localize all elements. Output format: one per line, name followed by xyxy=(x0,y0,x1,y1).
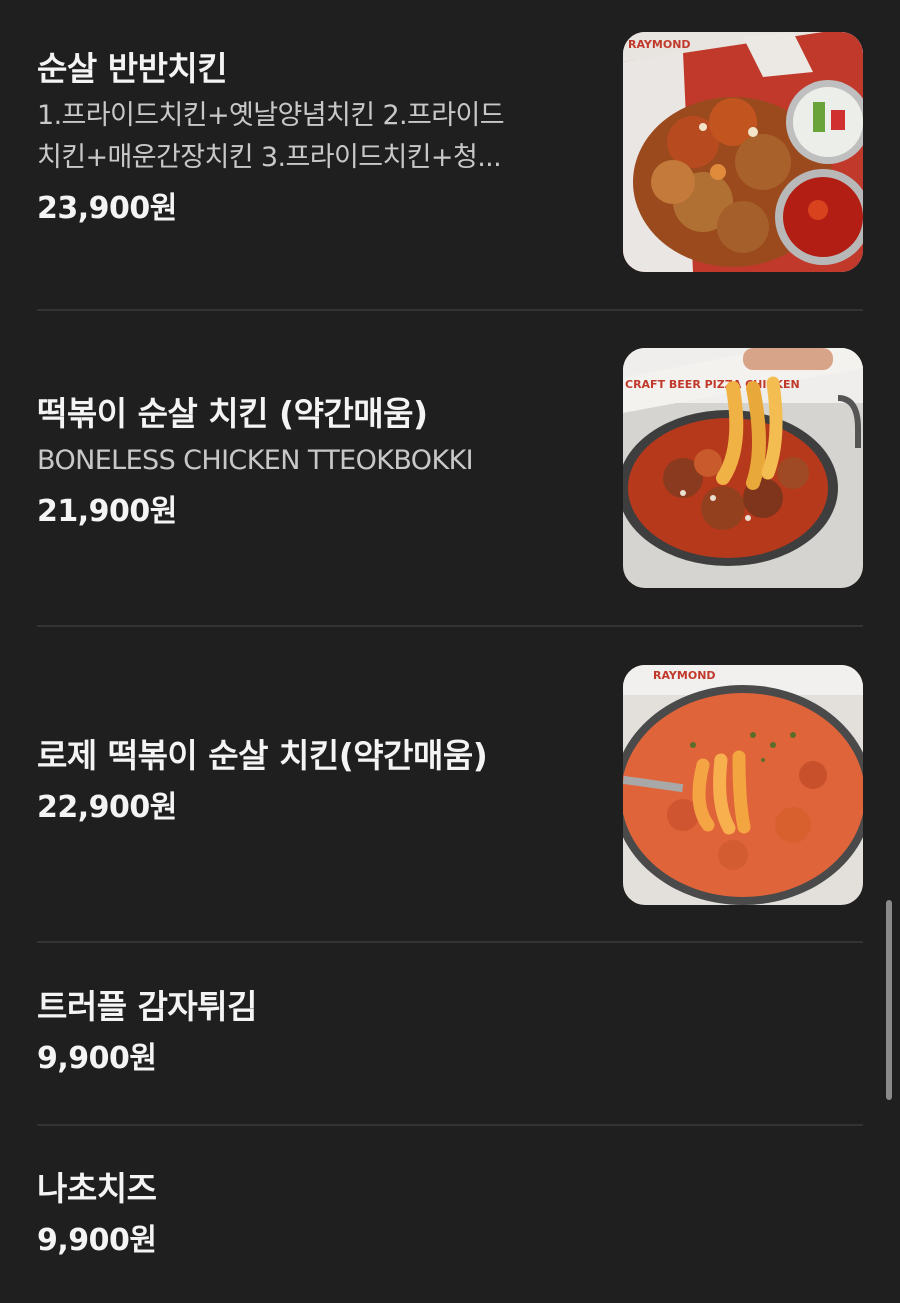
image-brand-text: RAYMOND xyxy=(628,38,691,51)
menu-list: 순살 반반치킨 1.프라이드치킨+옛날양념치킨 2.프라이드 치킨+매운간장치킨… xyxy=(0,0,900,1303)
divider xyxy=(37,625,863,627)
menu-item-name: 나초치즈 xyxy=(37,1169,157,1208)
menu-item-chicken-tteokbokki[interactable]: 떡볶이 순살 치킨 (약간매움) BONELESS CHICKEN TTEOKB… xyxy=(37,347,863,592)
menu-item-photo[interactable]: RAYMOND xyxy=(623,665,863,905)
menu-item-photo[interactable]: CRAFT BEER PIZZA CHICKEN xyxy=(623,348,863,588)
menu-item-text: 나초치즈 9,900원 xyxy=(37,1167,597,1261)
scrollbar[interactable] xyxy=(886,900,892,1100)
menu-item-name: 순살 반반치킨 xyxy=(37,49,228,88)
divider xyxy=(37,941,863,943)
menu-item-price: 22,900원 xyxy=(37,790,177,825)
menu-item-description-line: 1.프라이드치킨+옛날양념치킨 2.프라이드 xyxy=(37,100,505,131)
menu-item-truffle-fries[interactable]: 트러플 감자튀김 9,900원 xyxy=(37,983,863,1093)
menu-item-price: 9,900원 xyxy=(37,1223,157,1258)
fried-chicken-photo: RAYMOND xyxy=(623,32,863,272)
tteokbokki-photo: CRAFT BEER PIZZA CHICKEN xyxy=(623,348,863,588)
menu-item-description: BONELESS CHICKEN TTEOKBOKKI xyxy=(37,445,474,476)
menu-item-text: 트러플 감자튀김 9,900원 xyxy=(37,985,597,1079)
menu-item-photo[interactable]: RAYMOND xyxy=(623,32,863,272)
menu-item-description-line: 치킨+매운간장치킨 3.프라이드치킨+청... xyxy=(37,142,502,173)
menu-item-description: 1.프라이드치킨+옛날양념치킨 2.프라이드 치킨+매운간장치킨 3.프라이드치… xyxy=(37,95,597,179)
rose-tteokbokki-photo: RAYMOND xyxy=(623,665,863,905)
menu-item-name: 떡볶이 순살 치킨 (약간매움) xyxy=(37,394,428,433)
menu-item-text: 떡볶이 순살 치킨 (약간매움) BONELESS CHICKEN TTEOKB… xyxy=(37,392,597,532)
menu-item-nacho-cheese[interactable]: 나초치즈 9,900원 xyxy=(37,1165,863,1275)
menu-item-text: 순살 반반치킨 1.프라이드치킨+옛날양념치킨 2.프라이드 치킨+매운간장치킨… xyxy=(37,47,597,229)
menu-item-boneless-half-half[interactable]: 순살 반반치킨 1.프라이드치킨+옛날양념치킨 2.프라이드 치킨+매운간장치킨… xyxy=(37,30,863,275)
menu-item-price: 9,900원 xyxy=(37,1041,157,1076)
divider xyxy=(37,1124,863,1126)
menu-item-name: 로제 떡볶이 순살 치킨(약간매움) xyxy=(37,736,488,775)
menu-item-price: 21,900원 xyxy=(37,494,177,529)
menu-item-text: 로제 떡볶이 순살 치킨(약간매움) 22,900원 xyxy=(37,734,597,828)
menu-item-price: 23,900원 xyxy=(37,191,177,226)
image-brand-text: RAYMOND xyxy=(653,669,716,682)
divider xyxy=(37,309,863,311)
menu-item-name: 트러플 감자튀김 xyxy=(37,987,258,1026)
menu-item-rose-tteokbokki-chicken[interactable]: 로제 떡볶이 순살 치킨(약간매움) 22,900원 RAYMOND xyxy=(37,664,863,909)
